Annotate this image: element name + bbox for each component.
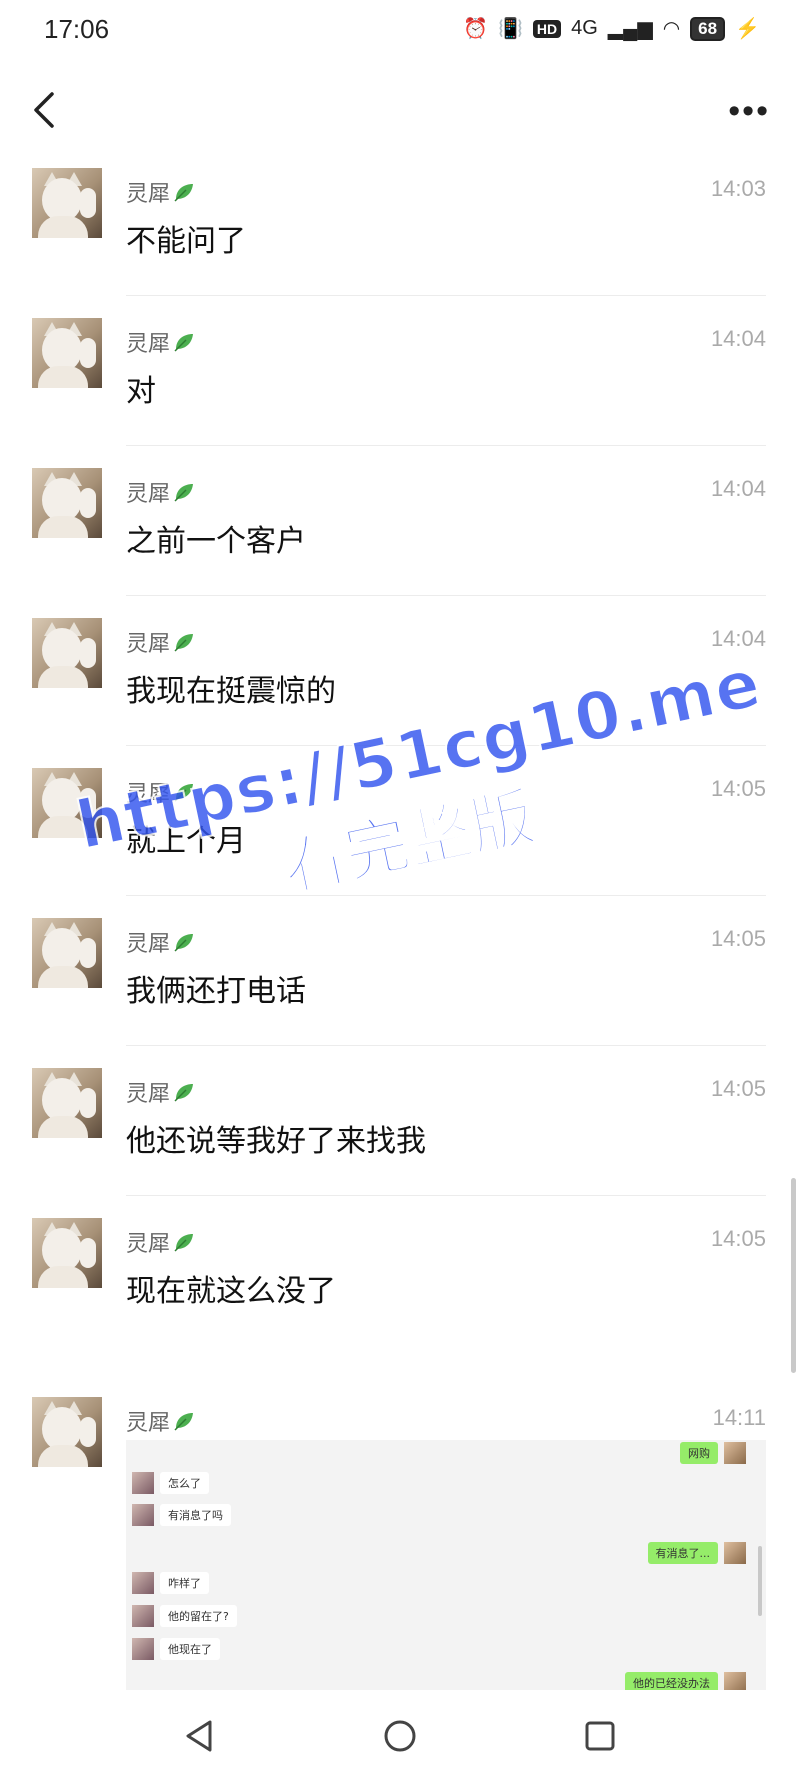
wifi-icon: ◠ xyxy=(662,18,681,40)
message-time: 14:05 xyxy=(710,776,766,801)
ss-message: 咋样了 xyxy=(132,1570,215,1596)
message-text[interactable]: 我俩还打电话 xyxy=(126,966,306,1010)
leaf-icon xyxy=(174,1234,194,1252)
sender-name: 灵犀 xyxy=(126,332,171,357)
ss-avatar xyxy=(132,1572,154,1594)
message-text[interactable]: 他还说等我好了来找我 xyxy=(126,1116,426,1160)
ss-bubble: 有消息了... xyxy=(647,1542,718,1564)
ss-avatar xyxy=(132,1504,154,1526)
avatar[interactable] xyxy=(32,1218,102,1288)
status-time: 17:06 xyxy=(44,14,110,44)
message-text[interactable]: 现在就这么没了 xyxy=(126,1266,336,1310)
leaf-icon xyxy=(174,1413,194,1431)
status-bar: 17:06 ⏰ 📳 HD 4G ▂▄▆ ◠ 68 ⚡ xyxy=(0,0,800,60)
leaf-icon xyxy=(174,334,194,352)
ss-bubble: 有消息了吗 xyxy=(160,1504,231,1526)
list-item: 灵犀 14:05 我俩还打电话 xyxy=(0,896,800,1046)
avatar[interactable] xyxy=(32,468,102,538)
list-item: 灵犀 14:05 现在就这么没了 xyxy=(0,1196,800,1346)
avatar[interactable] xyxy=(32,168,102,238)
message-time: 14:05 xyxy=(710,1226,766,1251)
battery-level: 68 xyxy=(690,16,726,41)
message-time: 14:03 xyxy=(710,176,766,201)
ss-avatar xyxy=(132,1472,154,1494)
list-item: 灵犀 14:04 对 xyxy=(0,296,800,446)
leaf-icon xyxy=(174,934,194,952)
list-item: 灵犀 14:04 之前一个客户 xyxy=(0,446,800,596)
circle-home-icon[interactable] xyxy=(380,1716,420,1756)
ss-message: 有消息了... xyxy=(642,1540,746,1566)
charging-icon: ⚡ xyxy=(735,18,760,40)
leaf-icon xyxy=(174,784,194,802)
sender-name: 灵犀 xyxy=(126,182,171,207)
status-icons: ⏰ 📳 HD 4G ▂▄▆ ◠ 68 ⚡ xyxy=(463,16,760,41)
ss-bubble: 网购 xyxy=(680,1442,718,1464)
list-item: 灵犀 14:05 他还说等我好了来找我 xyxy=(0,1046,800,1196)
leaf-icon xyxy=(174,184,194,202)
ss-bubble: 他的留在了? xyxy=(160,1605,237,1627)
ss-message: 有消息了吗 xyxy=(132,1502,237,1528)
signal-icon: ▂▄▆ xyxy=(607,18,653,40)
ss-message: 他现在了 xyxy=(132,1636,226,1662)
square-recent-icon[interactable] xyxy=(580,1716,620,1756)
sender-name: 灵犀 xyxy=(126,482,171,507)
avatar[interactable] xyxy=(32,618,102,688)
message-text[interactable]: 就上个月 xyxy=(126,816,246,860)
leaf-icon xyxy=(174,634,194,652)
ss-bubble: 他的已经没办法 xyxy=(625,1672,718,1692)
avatar[interactable] xyxy=(32,768,102,838)
ss-message: 怎么了 xyxy=(132,1470,215,1496)
sender-name: 灵犀 xyxy=(126,932,171,957)
nav-bar xyxy=(0,1690,800,1784)
triangle-back-icon[interactable] xyxy=(180,1716,220,1756)
list-item: 灵犀 14:03 不能问了 xyxy=(0,146,800,296)
avatar[interactable] xyxy=(32,918,102,988)
message-time: 14:04 xyxy=(710,326,766,351)
ss-avatar xyxy=(724,1442,746,1464)
ss-scrollbar xyxy=(758,1546,762,1616)
message-time: 14:04 xyxy=(710,476,766,501)
sender-name: 灵犀 xyxy=(126,1232,171,1257)
message-time: 14:05 xyxy=(710,926,766,951)
back-arrow-icon[interactable] xyxy=(24,88,68,132)
message-text[interactable]: 我现在挺震惊的 xyxy=(126,666,336,710)
avatar[interactable] xyxy=(32,318,102,388)
ss-bubble: 咋样了 xyxy=(160,1572,209,1594)
leaf-icon xyxy=(174,484,194,502)
ss-avatar xyxy=(724,1542,746,1564)
sender-name: 灵犀 xyxy=(126,632,171,657)
more-dots-icon[interactable]: ••• xyxy=(728,92,770,131)
ss-message: 他的留在了? xyxy=(132,1603,243,1629)
ss-avatar xyxy=(724,1672,746,1692)
sender-name: 灵犀 xyxy=(126,1411,171,1436)
scrollbar[interactable] xyxy=(791,1178,796,1373)
sender-name: 灵犀 xyxy=(126,1082,171,1107)
vibrate-icon: 📳 xyxy=(497,18,523,40)
list-item: 灵犀 14:04 我现在挺震惊的 xyxy=(0,596,800,746)
avatar[interactable] xyxy=(32,1068,102,1138)
message-time: 14:11 xyxy=(712,1405,766,1430)
top-bar: ••• xyxy=(0,70,800,150)
ss-message: 他的已经没办法 xyxy=(619,1670,746,1692)
hd-icon: HD xyxy=(532,19,562,38)
ss-message: 网购 xyxy=(674,1440,746,1466)
leaf-icon xyxy=(174,1084,194,1102)
message-text[interactable]: 之前一个客户 xyxy=(126,516,306,560)
ss-bubble: 他现在了 xyxy=(160,1638,220,1660)
chat-screenshot-image[interactable]: 网购 怎么了 有消息了吗 有消息了... 咋样了 他的留在了? 他现在了 他的已… xyxy=(126,1440,766,1692)
avatar[interactable] xyxy=(32,1397,102,1467)
ss-avatar xyxy=(132,1638,154,1660)
message-time: 14:05 xyxy=(710,1076,766,1101)
message-text[interactable]: 不能问了 xyxy=(126,216,246,260)
alarm-icon: ⏰ xyxy=(463,18,488,40)
list-item: 灵犀 14:05 就上个月 xyxy=(0,746,800,896)
ss-avatar xyxy=(132,1605,154,1627)
sender-name: 灵犀 xyxy=(126,782,171,807)
message-time: 14:04 xyxy=(710,626,766,651)
network-label: 4G xyxy=(571,17,598,39)
ss-bubble: 怎么了 xyxy=(160,1472,209,1494)
message-text[interactable]: 对 xyxy=(126,366,156,410)
